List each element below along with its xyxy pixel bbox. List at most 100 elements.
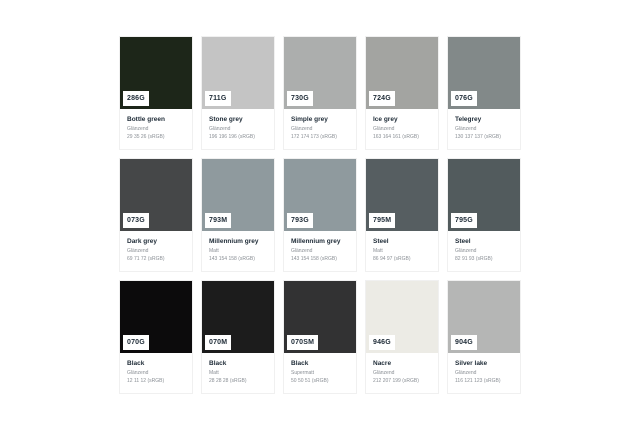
color-code-badge: 730G (287, 91, 313, 106)
color-code-badge: 070M (205, 335, 232, 350)
color-finish: Glänzend (291, 126, 313, 132)
swatch-card-904g[interactable]: 904G Silver lake Glänzend 116 121 123 (s… (448, 281, 520, 393)
swatch-card-076g[interactable]: 076G Telegrey Glänzend 130 137 137 (sRGB… (448, 37, 520, 149)
color-code-badge: 070SM (287, 335, 319, 350)
swatch-card-793m[interactable]: 793M Millennium grey Matt 143 154 158 (s… (202, 159, 274, 271)
color-swatch: 724G (366, 37, 438, 109)
color-rgb: 69 71 72 (sRGB) (127, 256, 165, 262)
swatch-info: Steel Matt 86 94 97 (sRGB) (366, 231, 438, 263)
color-rgb: 143 154 158 (sRGB) (209, 256, 255, 262)
swatch-info: Millennium grey Matt 143 154 158 (sRGB) (202, 231, 274, 263)
color-code-badge: 795M (369, 213, 396, 228)
color-code-badge: 904G (451, 335, 477, 350)
color-code-badge: 711G (205, 91, 231, 106)
color-name: Ice grey (373, 116, 398, 123)
color-finish: Glänzend (455, 248, 477, 254)
color-finish: Glänzend (127, 370, 149, 376)
color-code-badge: 070G (123, 335, 149, 350)
color-rgb: 130 137 137 (sRGB) (455, 134, 501, 140)
color-name: Telegrey (455, 116, 482, 123)
swatch-grid: 286G Bottle green Glänzend 29 35 26 (sRG… (120, 37, 520, 393)
color-code-badge: 724G (369, 91, 395, 106)
color-rgb: 163 164 161 (sRGB) (373, 134, 419, 140)
color-finish: Glänzend (373, 126, 395, 132)
color-name: Dark grey (127, 238, 157, 245)
color-name: Silver lake (455, 360, 488, 367)
color-finish: Glänzend (291, 248, 313, 254)
color-name: Black (127, 360, 145, 367)
swatch-card-286g[interactable]: 286G Bottle green Glänzend 29 35 26 (sRG… (120, 37, 192, 149)
swatch-info: Telegrey Glänzend 130 137 137 (sRGB) (448, 109, 520, 141)
color-rgb: 212 207 199 (sRGB) (373, 378, 419, 384)
swatch-info: Stone grey Glänzend 196 196 196 (sRGB) (202, 109, 274, 141)
color-code-badge: 795G (451, 213, 477, 228)
color-swatch: 070SM (284, 281, 356, 353)
color-rgb: 29 35 26 (sRGB) (127, 134, 165, 140)
color-finish: Glänzend (209, 126, 231, 132)
color-finish: Glänzend (373, 370, 395, 376)
color-name: Nacre (373, 360, 392, 367)
color-rgb: 143 154 158 (sRGB) (291, 256, 337, 262)
color-rgb: 12 11 12 (sRGB) (127, 378, 165, 384)
color-name: Black (291, 360, 309, 367)
color-finish: Supermatt (291, 370, 315, 376)
color-rgb: 86 94 97 (sRGB) (373, 256, 411, 262)
swatch-card-070m[interactable]: 070M Black Matt 28 28 28 (sRGB) (202, 281, 274, 393)
color-rgb: 50 50 51 (sRGB) (291, 378, 329, 384)
swatch-card-070sm[interactable]: 070SM Black Supermatt 50 50 51 (sRGB) (284, 281, 356, 393)
color-code-badge: 793G (287, 213, 313, 228)
color-name: Steel (373, 238, 389, 245)
color-swatch: 904G (448, 281, 520, 353)
color-rgb: 116 121 123 (sRGB) (455, 378, 501, 384)
color-swatch: 711G (202, 37, 274, 109)
color-name: Steel (455, 238, 471, 245)
color-swatch: 946G (366, 281, 438, 353)
color-swatch: 730G (284, 37, 356, 109)
swatch-info: Nacre Glänzend 212 207 199 (sRGB) (366, 353, 438, 385)
color-name: Millennium grey (209, 238, 259, 245)
swatch-card-073g[interactable]: 073G Dark grey Glänzend 69 71 72 (sRGB) (120, 159, 192, 271)
swatch-info: Millennium grey Glänzend 143 154 158 (sR… (284, 231, 356, 263)
swatch-info: Black Glänzend 12 11 12 (sRGB) (120, 353, 192, 385)
color-finish: Matt (209, 370, 219, 376)
swatch-card-946g[interactable]: 946G Nacre Glänzend 212 207 199 (sRGB) (366, 281, 438, 393)
color-swatch: 070G (120, 281, 192, 353)
color-finish: Glänzend (455, 370, 477, 376)
color-finish: Matt (209, 248, 219, 254)
swatch-info: Black Supermatt 50 50 51 (sRGB) (284, 353, 356, 385)
swatch-info: Dark grey Glänzend 69 71 72 (sRGB) (120, 231, 192, 263)
swatch-card-793g[interactable]: 793G Millennium grey Glänzend 143 154 15… (284, 159, 356, 271)
color-name: Millennium grey (291, 238, 341, 245)
color-name: Bottle green (127, 116, 165, 123)
color-code-badge: 946G (369, 335, 395, 350)
swatch-info: Ice grey Glänzend 163 164 161 (sRGB) (366, 109, 438, 141)
color-rgb: 28 28 28 (sRGB) (209, 378, 247, 384)
color-swatch: 795M (366, 159, 438, 231)
color-code-badge: 076G (451, 91, 477, 106)
color-finish: Glänzend (127, 126, 149, 132)
color-swatch: 076G (448, 37, 520, 109)
swatch-info: Simple grey Glänzend 172 174 173 (sRGB) (284, 109, 356, 141)
color-code-badge: 073G (123, 213, 149, 228)
color-code-badge: 286G (123, 91, 149, 106)
swatch-card-070g[interactable]: 070G Black Glänzend 12 11 12 (sRGB) (120, 281, 192, 393)
color-swatch: 070M (202, 281, 274, 353)
color-rgb: 172 174 173 (sRGB) (291, 134, 337, 140)
swatch-info: Bottle green Glänzend 29 35 26 (sRGB) (120, 109, 192, 141)
color-swatch: 795G (448, 159, 520, 231)
color-name: Black (209, 360, 227, 367)
swatch-card-795m[interactable]: 795M Steel Matt 86 94 97 (sRGB) (366, 159, 438, 271)
color-name: Simple grey (291, 116, 328, 123)
color-swatch: 793G (284, 159, 356, 231)
swatch-card-724g[interactable]: 724G Ice grey Glänzend 163 164 161 (sRGB… (366, 37, 438, 149)
color-finish: Glänzend (455, 126, 477, 132)
color-name: Stone grey (209, 116, 243, 123)
color-finish: Glänzend (127, 248, 149, 254)
swatch-info: Black Matt 28 28 28 (sRGB) (202, 353, 274, 385)
swatch-card-795g[interactable]: 795G Steel Glänzend 82 91 93 (sRGB) (448, 159, 520, 271)
swatch-card-730g[interactable]: 730G Simple grey Glänzend 172 174 173 (s… (284, 37, 356, 149)
color-swatch: 073G (120, 159, 192, 231)
swatch-info: Silver lake Glänzend 116 121 123 (sRGB) (448, 353, 520, 385)
swatch-card-711g[interactable]: 711G Stone grey Glänzend 196 196 196 (sR… (202, 37, 274, 149)
color-rgb: 196 196 196 (sRGB) (209, 134, 255, 140)
